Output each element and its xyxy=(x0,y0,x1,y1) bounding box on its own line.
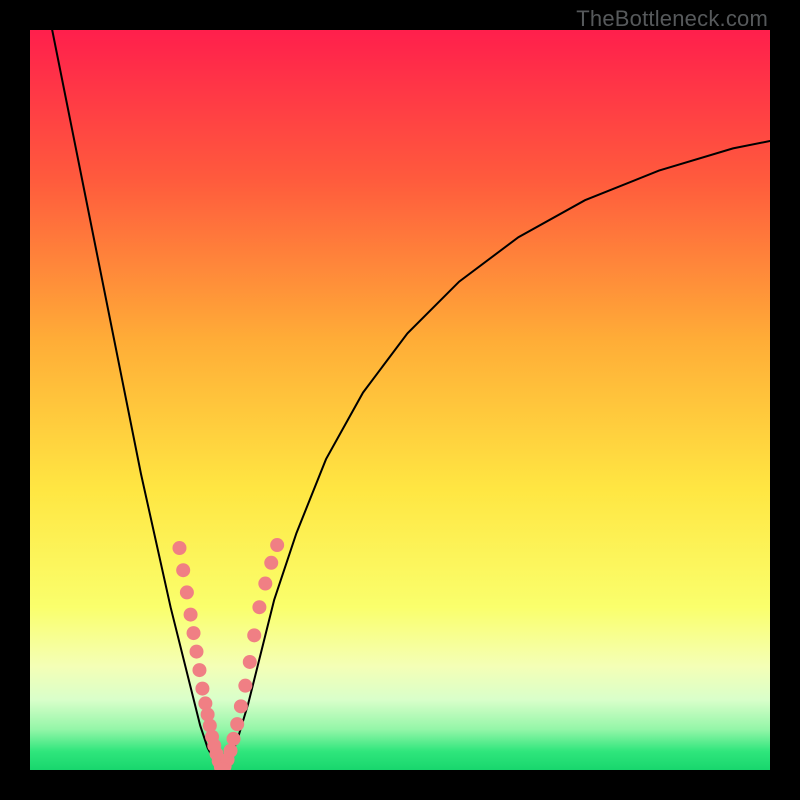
chart-background xyxy=(30,30,770,770)
right-branch-markers-point xyxy=(270,538,284,552)
right-branch-markers-point xyxy=(224,744,238,758)
right-branch-markers-point xyxy=(247,628,261,642)
chart-svg xyxy=(30,30,770,770)
left-branch-markers-point xyxy=(172,541,186,555)
left-branch-markers-point xyxy=(180,585,194,599)
plot-area xyxy=(30,30,770,770)
right-branch-markers-point xyxy=(227,732,241,746)
right-branch-markers-point xyxy=(234,699,248,713)
right-branch-markers-point xyxy=(264,556,278,570)
left-branch-markers-point xyxy=(192,663,206,677)
left-branch-markers-point xyxy=(187,626,201,640)
left-branch-markers-point xyxy=(184,608,198,622)
left-branch-markers-point xyxy=(176,563,190,577)
right-branch-markers-point xyxy=(252,600,266,614)
right-branch-markers-point xyxy=(243,655,257,669)
right-branch-markers-point xyxy=(238,679,252,693)
watermark-text: TheBottleneck.com xyxy=(576,6,768,32)
chart-frame: TheBottleneck.com xyxy=(0,0,800,800)
left-branch-markers-point xyxy=(190,645,204,659)
right-branch-markers-point xyxy=(230,717,244,731)
left-branch-markers-point xyxy=(195,682,209,696)
right-branch-markers-point xyxy=(258,577,272,591)
